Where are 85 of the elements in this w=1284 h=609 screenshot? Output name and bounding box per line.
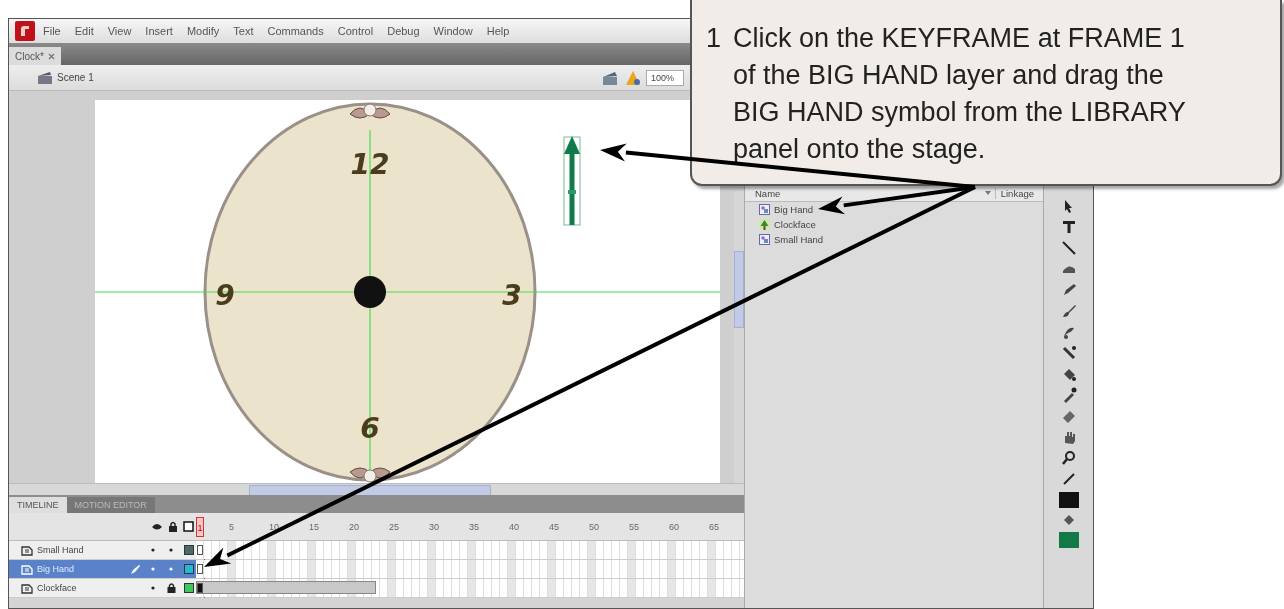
visibility-dot-icon[interactable] — [151, 567, 155, 571]
frame-number: 55 — [628, 521, 640, 532]
panel-tab[interactable]: TIMELINE — [9, 497, 67, 513]
text-tool-icon[interactable] — [1060, 219, 1077, 235]
symbol-icon — [759, 234, 770, 245]
frame-span[interactable] — [196, 581, 376, 594]
menu-item[interactable]: Modify — [180, 25, 226, 37]
library-item[interactable]: Small Hand — [745, 232, 1043, 247]
column-header[interactable]: Name — [755, 187, 781, 199]
frame-number: 50 — [588, 521, 600, 532]
frame-number: 65 — [708, 521, 720, 532]
sort-arrow-icon[interactable] — [984, 191, 991, 195]
ornament-drawing — [349, 103, 391, 119]
zoom-icon[interactable] — [1060, 450, 1077, 466]
outline-color-icon[interactable] — [184, 564, 194, 574]
layer-icon — [21, 544, 33, 556]
item-name: Small Hand — [774, 234, 824, 245]
playhead[interactable]: 1 — [196, 516, 204, 537]
instruction-text: Click on the KEYFRAME at FRAME 1 of the BIG HAND layer and drag the BIG HAND symbol from the LIBRARY panel onto the stage. — [733, 22, 1187, 166]
scene-icon[interactable] — [37, 70, 53, 85]
frame-number: 20 — [348, 521, 360, 532]
clock-number: 3 — [502, 279, 522, 312]
layer-name: Clockface — [37, 583, 78, 593]
menu-item[interactable]: Control — [331, 25, 380, 37]
symbol-icon — [759, 204, 770, 215]
layer-row[interactable]: Big Hand — [9, 560, 196, 578]
layer-name: Small Hand — [37, 545, 85, 555]
step-number: 1 — [706, 22, 722, 55]
frame-number: 25 — [388, 521, 400, 532]
outline-color-icon[interactable] — [184, 583, 194, 593]
eye-icon[interactable] — [151, 521, 163, 532]
bitmap-icon — [759, 219, 770, 230]
zoom-field[interactable]: 100% — [646, 69, 684, 86]
pencil-icon — [129, 563, 141, 575]
menu-item[interactable]: Edit — [68, 25, 100, 37]
tab-label: Clock* — [15, 50, 44, 62]
frame-number: 30 — [428, 521, 440, 532]
scrollbar-thumb[interactable] — [734, 251, 744, 328]
frame-number: 5 — [228, 521, 235, 532]
close-icon[interactable] — [47, 52, 55, 60]
frame-number: 60 — [668, 521, 680, 532]
menu-item[interactable]: Help — [480, 25, 516, 37]
ornament-drawing — [349, 467, 391, 483]
item-name: Big Hand — [774, 204, 814, 215]
app-logo-icon[interactable] — [15, 21, 35, 41]
menu-item[interactable]: File — [37, 25, 67, 37]
column-header[interactable]: Linkage — [994, 187, 1039, 199]
menu-item[interactable]: Window — [427, 25, 479, 37]
outline-icon[interactable] — [183, 521, 194, 532]
library-item[interactable]: Big Hand — [745, 202, 1043, 217]
edit-symbol-icon[interactable] — [624, 69, 642, 86]
document-tab[interactable]: Clock* — [9, 47, 61, 65]
lock-dot-icon[interactable] — [169, 567, 173, 571]
edit-scene-icon[interactable] — [602, 69, 620, 86]
menu-item[interactable]: Text — [227, 25, 260, 37]
lock-icon[interactable] — [166, 583, 176, 593]
visibility-dot-icon[interactable] — [151, 586, 155, 590]
line-icon[interactable] — [1060, 240, 1077, 256]
frame-number: 45 — [548, 521, 560, 532]
menu-item[interactable]: Debug — [381, 25, 426, 37]
menu-item[interactable]: Commands — [261, 25, 330, 37]
clock-center-dot — [354, 276, 386, 308]
layer-row[interactable]: Clockface — [9, 579, 196, 597]
visibility-dot-icon[interactable] — [151, 548, 155, 552]
fill-color-swatch-icon[interactable] — [1058, 532, 1079, 548]
lock-dot-icon[interactable] — [169, 548, 173, 552]
library-item[interactable]: Clockface — [745, 217, 1043, 232]
scrollbar[interactable] — [734, 191, 744, 483]
lock-icon[interactable] — [168, 521, 178, 532]
layer-icon — [21, 582, 33, 594]
menu-item[interactable]: Insert — [139, 25, 179, 37]
clock-number: 9 — [215, 279, 235, 312]
layer-row[interactable]: Small Hand — [9, 541, 196, 559]
item-name: Clockface — [774, 219, 816, 230]
stroke-color-swatch-icon[interactable] — [1058, 492, 1079, 508]
brush-icon[interactable] — [1060, 303, 1077, 319]
frame-number: 15 — [308, 521, 320, 532]
menu-item[interactable]: View — [101, 25, 138, 37]
outline-color-icon[interactable] — [184, 545, 194, 555]
layer-icon — [21, 563, 33, 575]
layer-name: Big Hand — [37, 564, 76, 574]
scene-label[interactable]: Scene 1 — [57, 72, 94, 83]
frame-number: 35 — [468, 521, 480, 532]
frame-number: 40 — [508, 521, 520, 532]
scrollbar[interactable] — [9, 483, 744, 495]
